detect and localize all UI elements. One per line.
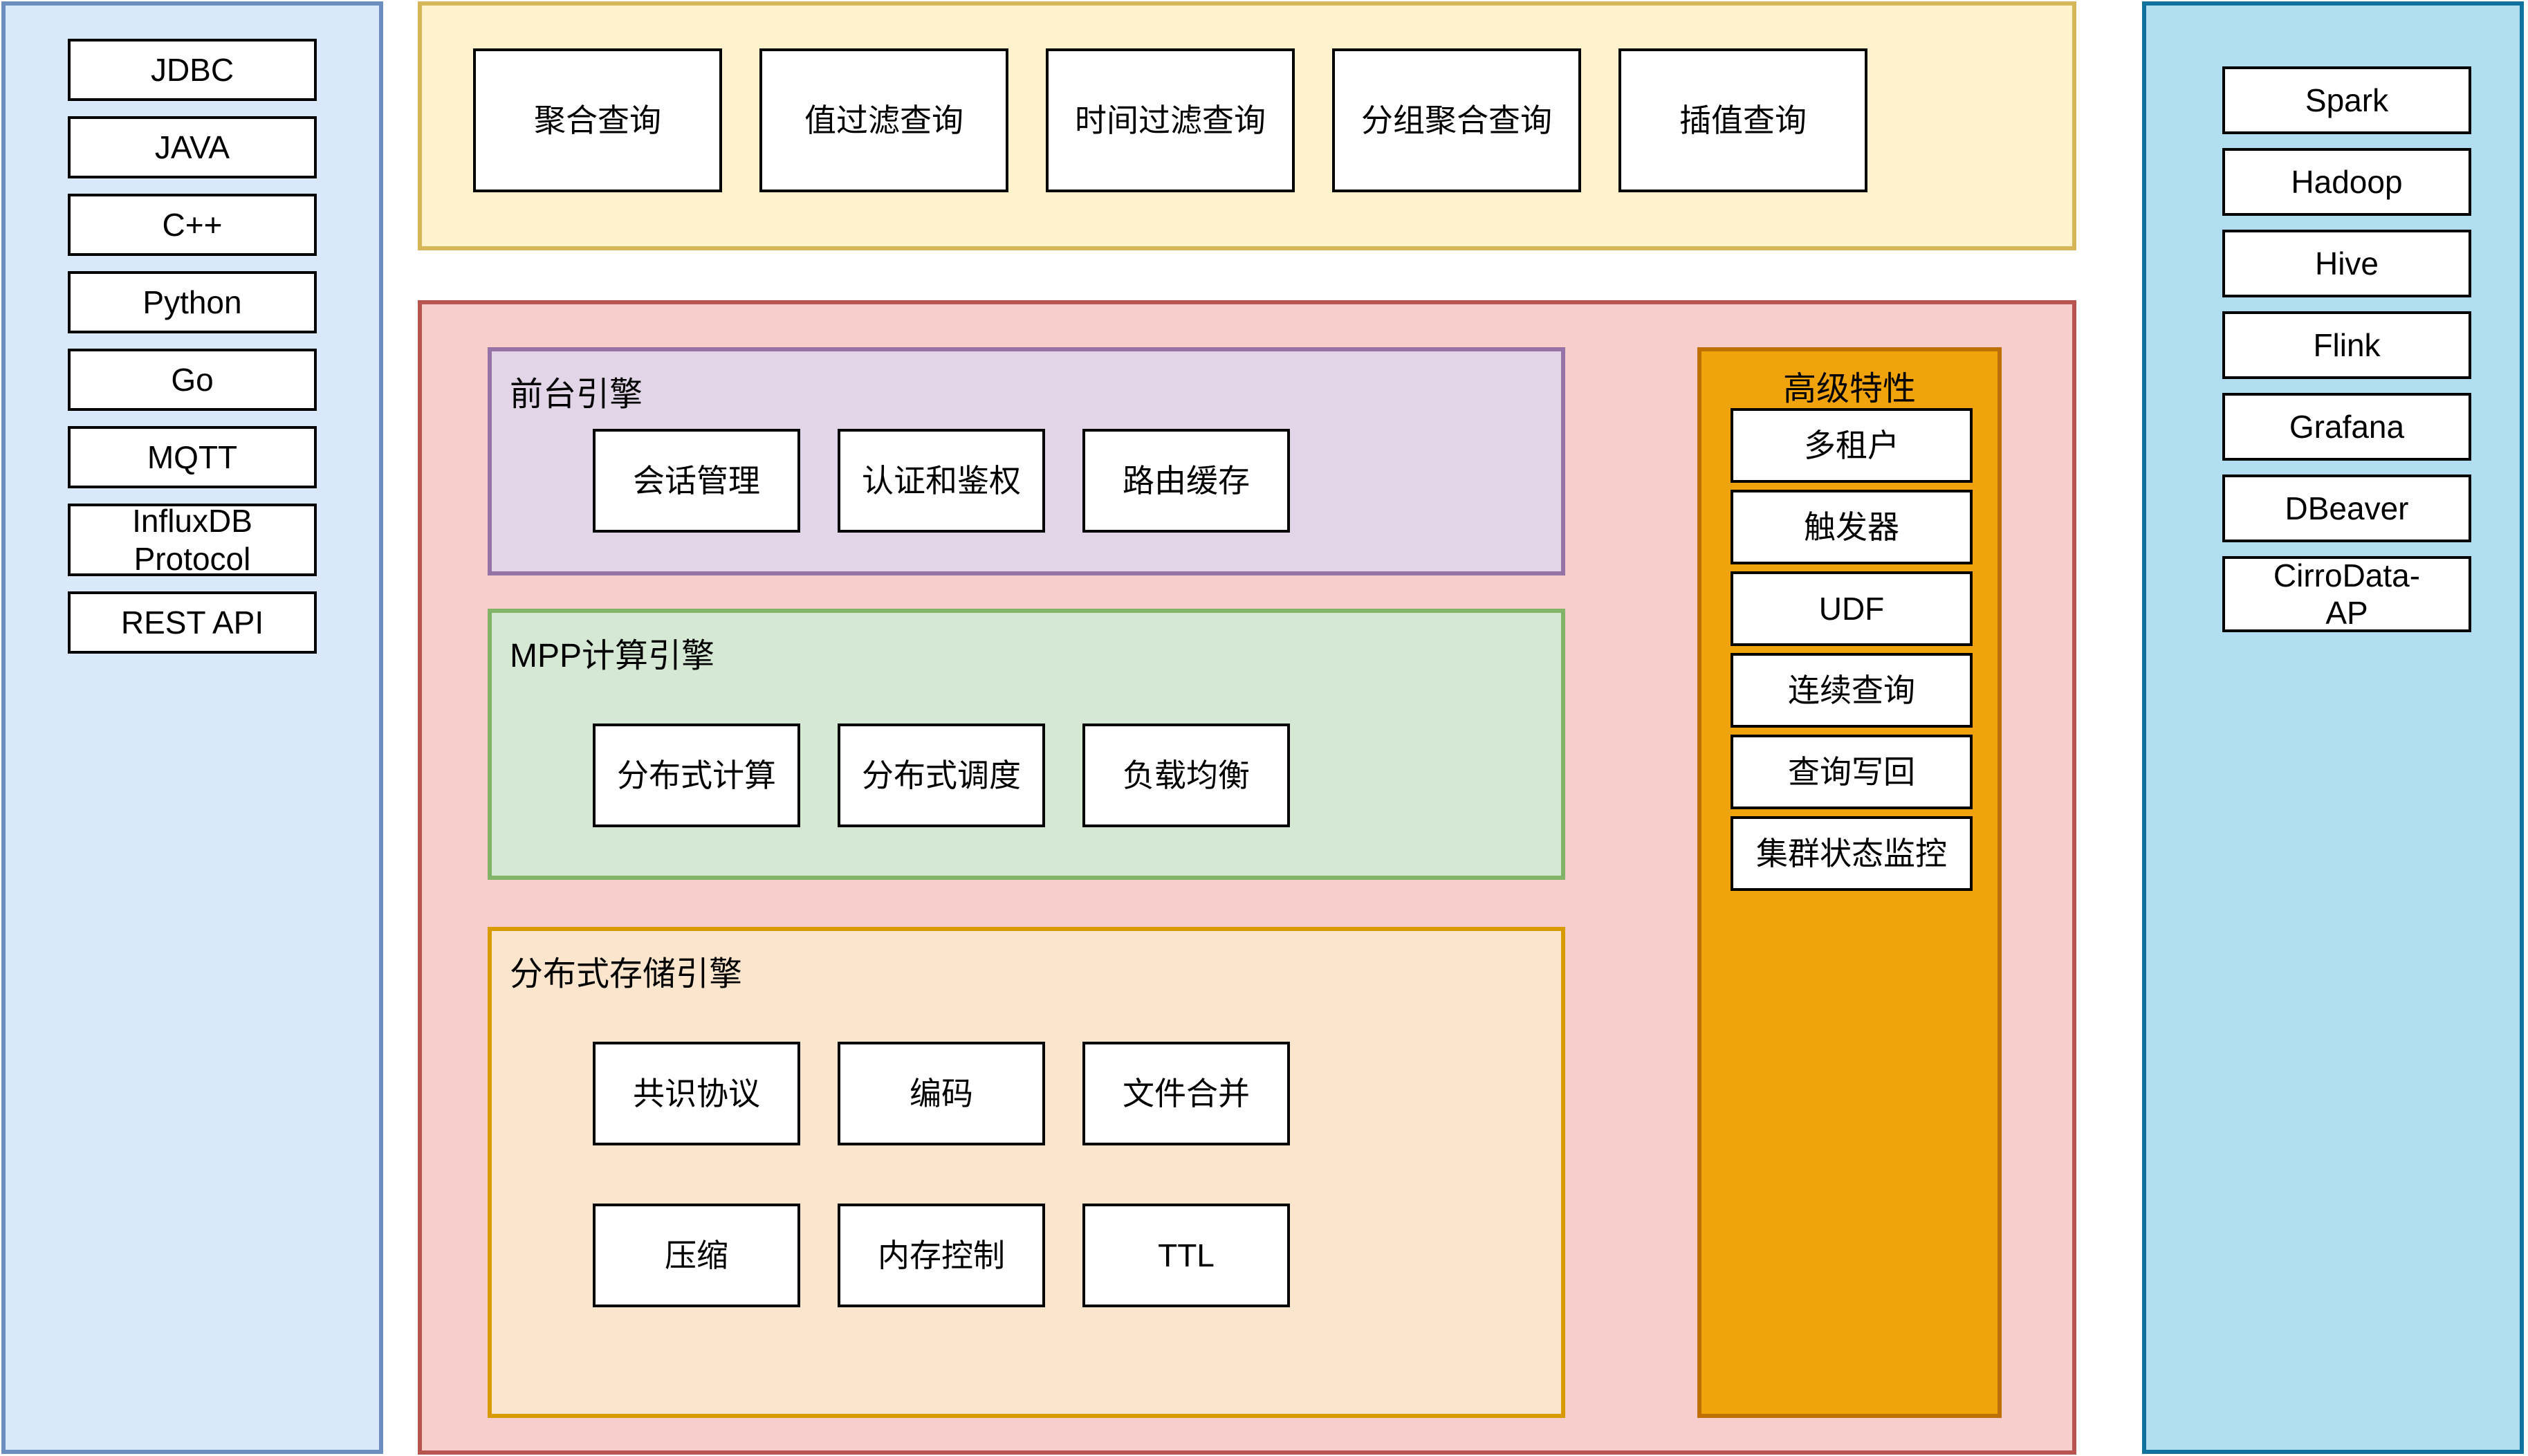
- frontend-item-session-management[interactable]: 会话管理: [593, 429, 800, 533]
- storage-item-consensus-protocol[interactable]: 共识协议: [593, 1042, 800, 1145]
- advanced-item-multi-tenancy[interactable]: 多租户: [1731, 408, 1973, 483]
- advanced-features-group: 高级特性 多租户 触发器 UDF 连续查询 查询写回 集群状态监控: [1697, 347, 2002, 1418]
- frontend-item-authentication[interactable]: 认证和鉴权: [838, 429, 1045, 533]
- mpp-engine-title: MPP计算引擎: [510, 638, 715, 674]
- ecosystem-integrations-list: Spark Hadoop Hive Flink Grafana DBeaver …: [2222, 66, 2471, 632]
- ecosystem-item-grafana[interactable]: Grafana: [2222, 393, 2471, 461]
- advanced-item-trigger[interactable]: 触发器: [1731, 490, 1973, 564]
- ecosystem-item-flink[interactable]: Flink: [2222, 311, 2471, 379]
- ecosystem-item-hive[interactable]: Hive: [2222, 230, 2471, 297]
- query-capabilities-panel: 聚合查询 值过滤查询 时间过滤查询 分组聚合查询 插值查询: [418, 1, 2076, 250]
- ecosystem-item-spark[interactable]: Spark: [2222, 66, 2471, 134]
- client-interfaces-list: JDBC JAVA C++ Python Go MQTT InfluxDB Pro…: [68, 39, 317, 654]
- mpp-item-distributed-compute[interactable]: 分布式计算: [593, 724, 800, 827]
- distributed-storage-engine-group: 分布式存储引擎 共识协议 编码 文件合并 压缩 内存控制 TTL: [488, 927, 1565, 1418]
- storage-item-file-merge[interactable]: 文件合并: [1082, 1042, 1290, 1145]
- interface-item-cpp[interactable]: C++: [68, 194, 317, 256]
- interface-item-go[interactable]: Go: [68, 349, 317, 411]
- advanced-item-udf[interactable]: UDF: [1731, 571, 1973, 646]
- client-interfaces-panel: JDBC JAVA C++ Python Go MQTT InfluxDB Pro…: [1, 1, 383, 1454]
- ecosystem-item-cirrodata-ap[interactable]: CirroData- AP: [2222, 556, 2471, 632]
- advanced-features-list: 多租户 触发器 UDF 连续查询 查询写回 集群状态监控: [1731, 408, 1973, 891]
- ecosystem-item-dbeaver[interactable]: DBeaver: [2222, 474, 2471, 542]
- interface-item-python[interactable]: Python: [68, 271, 317, 333]
- frontend-engine-group: 前台引擎 会话管理 认证和鉴权 路由缓存: [488, 347, 1565, 575]
- storage-engine-title: 分布式存储引擎: [510, 956, 743, 993]
- storage-engine-list-row-1: 共识协议 编码 文件合并: [593, 1042, 1290, 1145]
- interface-item-rest-api[interactable]: REST API: [68, 591, 317, 654]
- interface-item-java[interactable]: JAVA: [68, 116, 317, 178]
- query-item-interpolation[interactable]: 插值查询: [1618, 48, 1867, 192]
- database-engine-panel: 前台引擎 会话管理 认证和鉴权 路由缓存 MPP计算引擎 分布式计算 分布式调度…: [418, 300, 2076, 1455]
- interface-item-jdbc[interactable]: JDBC: [68, 39, 317, 101]
- query-capabilities-list: 聚合查询 值过滤查询 时间过滤查询 分组聚合查询 插值查询: [473, 48, 1867, 192]
- mpp-compute-engine-group: MPP计算引擎 分布式计算 分布式调度 负载均衡: [488, 609, 1565, 880]
- interface-item-mqtt[interactable]: MQTT: [68, 426, 317, 488]
- advanced-item-continuous-query[interactable]: 连续查询: [1731, 653, 1973, 728]
- interface-item-influxdb-protocol[interactable]: InfluxDB Protocol: [68, 503, 317, 577]
- mpp-item-load-balancing[interactable]: 负载均衡: [1082, 724, 1290, 827]
- ecosystem-item-hadoop[interactable]: Hadoop: [2222, 148, 2471, 216]
- frontend-item-route-cache[interactable]: 路由缓存: [1082, 429, 1290, 533]
- mpp-engine-list: 分布式计算 分布式调度 负载均衡: [593, 724, 1290, 827]
- query-item-aggregation[interactable]: 聚合查询: [473, 48, 722, 192]
- storage-item-compression[interactable]: 压缩: [593, 1204, 800, 1307]
- storage-item-memory-control[interactable]: 内存控制: [838, 1204, 1045, 1307]
- storage-item-encoding[interactable]: 编码: [838, 1042, 1045, 1145]
- advanced-item-query-writeback[interactable]: 查询写回: [1731, 735, 1973, 809]
- query-item-group-aggregation[interactable]: 分组聚合查询: [1332, 48, 1581, 192]
- query-item-value-filter[interactable]: 值过滤查询: [759, 48, 1008, 192]
- frontend-engine-list: 会话管理 认证和鉴权 路由缓存: [593, 429, 1290, 533]
- advanced-features-title: 高级特性: [1782, 371, 1916, 407]
- storage-item-ttl[interactable]: TTL: [1082, 1204, 1290, 1307]
- frontend-engine-title: 前台引擎: [510, 376, 643, 413]
- mpp-item-distributed-scheduling[interactable]: 分布式调度: [838, 724, 1045, 827]
- advanced-item-cluster-monitoring[interactable]: 集群状态监控: [1731, 816, 1973, 891]
- ecosystem-integrations-panel: Spark Hadoop Hive Flink Grafana DBeaver …: [2142, 1, 2524, 1454]
- query-item-time-filter[interactable]: 时间过滤查询: [1046, 48, 1295, 192]
- storage-engine-list-row-2: 压缩 内存控制 TTL: [593, 1204, 1290, 1307]
